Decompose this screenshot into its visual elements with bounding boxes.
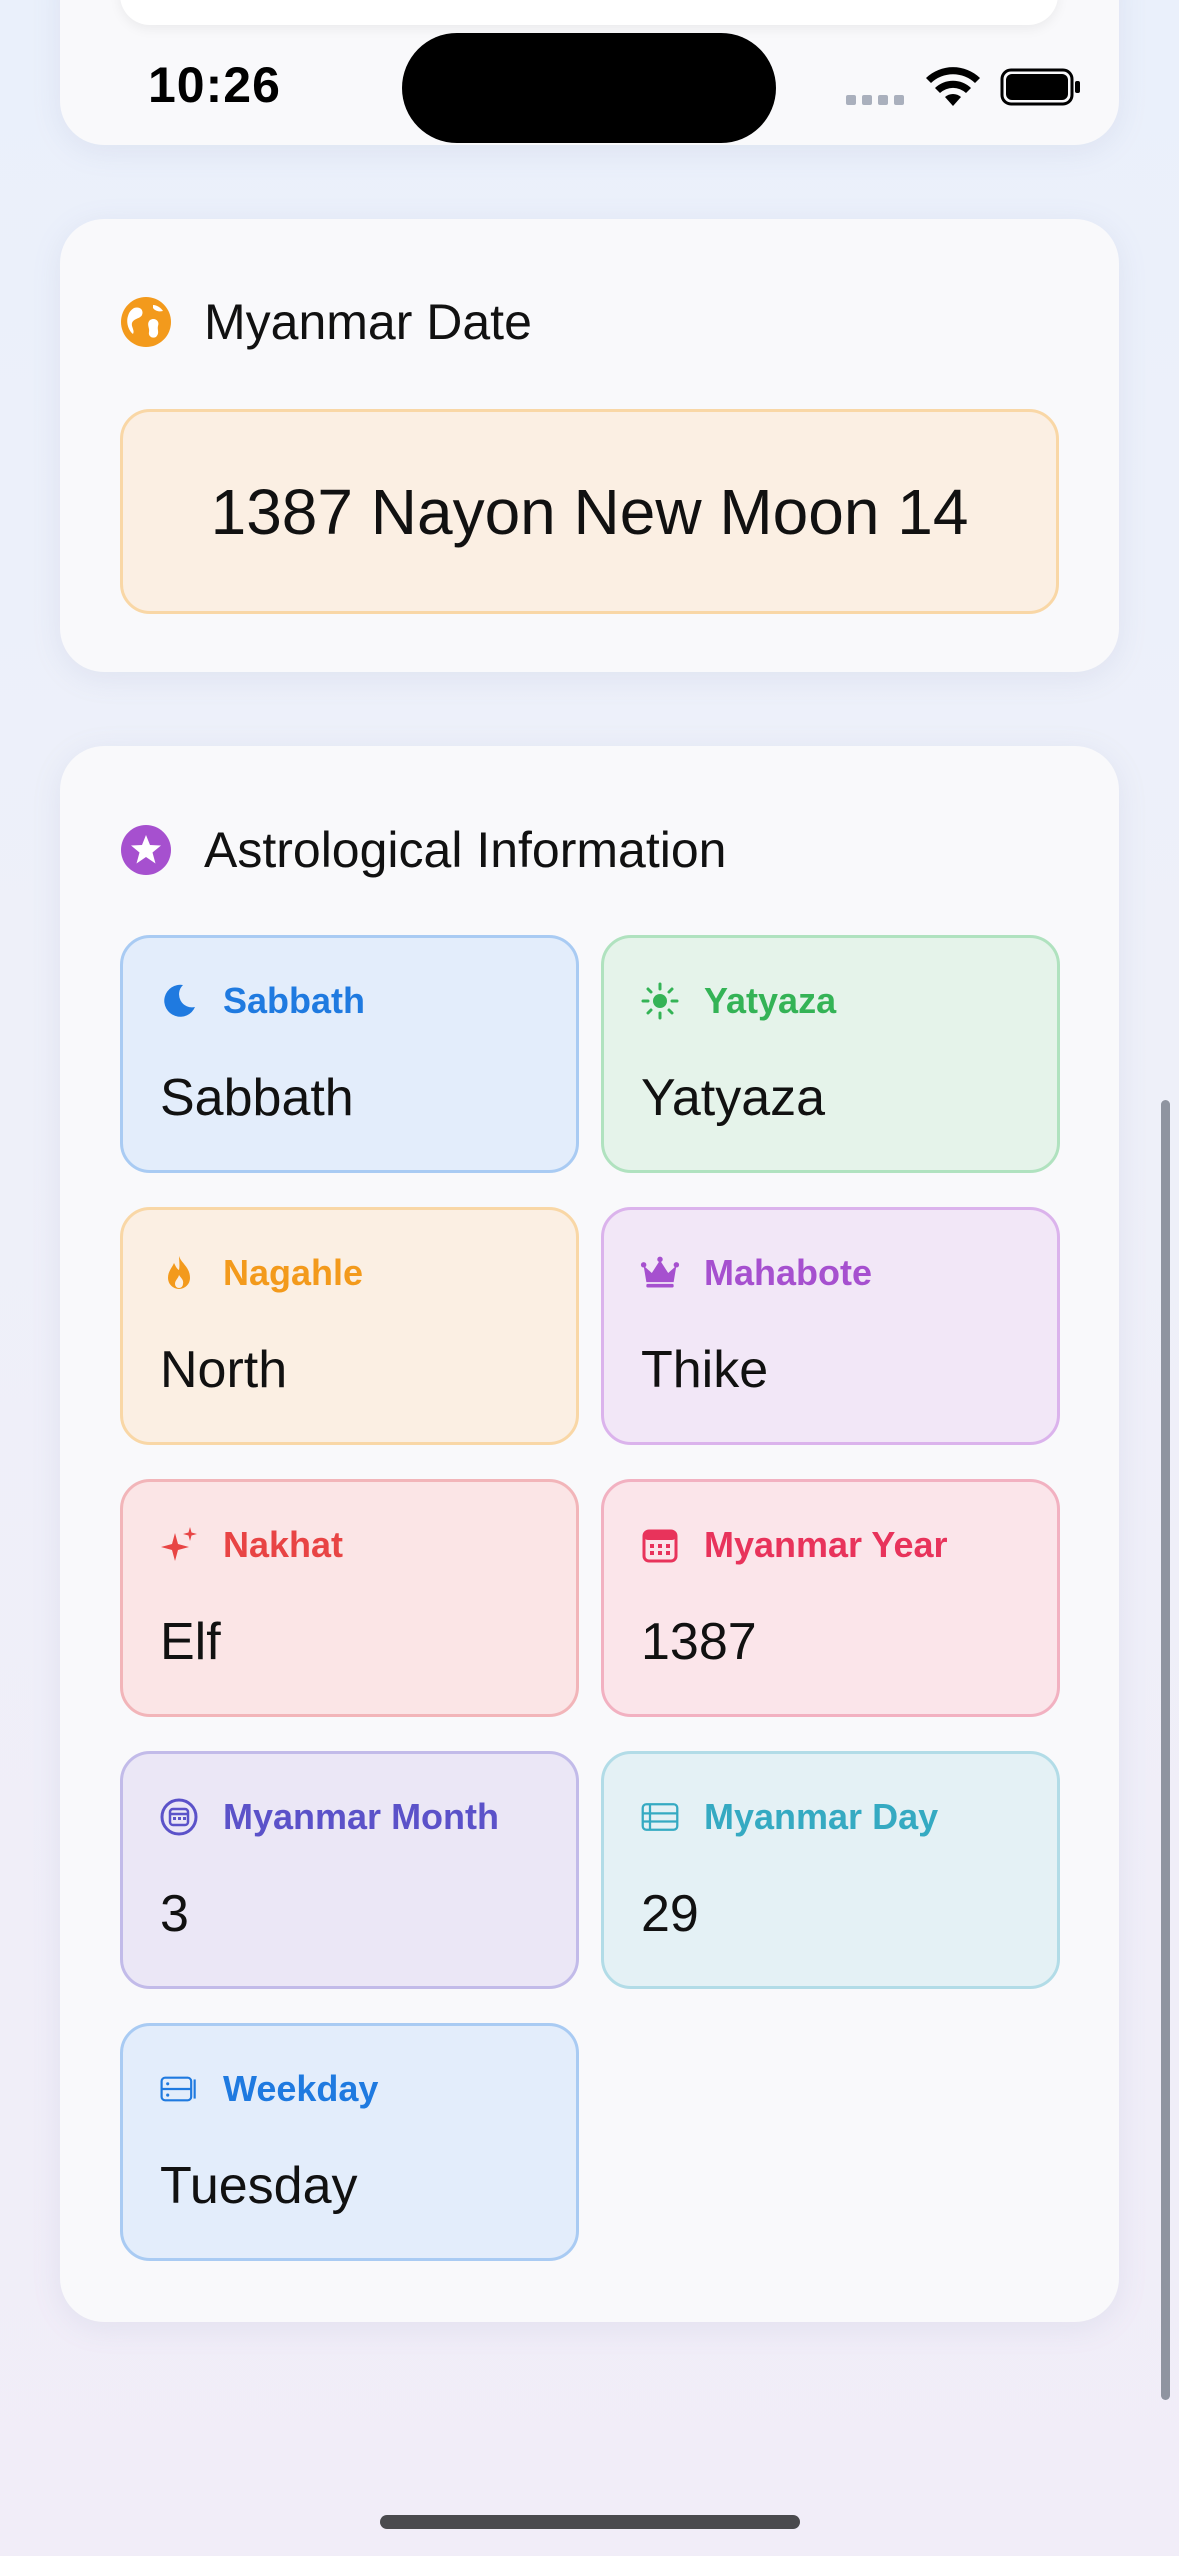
tile-value: 3 (160, 1885, 189, 1943)
home-indicator[interactable] (380, 2515, 800, 2529)
myanmar-date-title: Myanmar Date (204, 294, 532, 350)
tile-mahabote: Mahabote Thike (601, 1207, 1060, 1445)
astrological-info-header: Astrological Information (120, 821, 726, 879)
myanmar-date-header: Myanmar Date (120, 293, 532, 351)
tile-nakhat: Nakhat Elf (120, 1479, 579, 1717)
sun-icon (640, 981, 680, 1021)
tile-value: Thike (641, 1341, 769, 1399)
sparkles-icon (159, 1525, 199, 1565)
tile-label: Yatyaza (704, 980, 837, 1021)
tile-value: Tuesday (160, 2157, 358, 2215)
tile-yatyaza: Yatyaza Yatyaza (601, 935, 1060, 1173)
tile-value: Elf (160, 1613, 221, 1671)
calendar-icon (640, 1525, 680, 1565)
dynamic-island (402, 33, 776, 143)
myanmar-date-card: Myanmar Date 1387 Nayon New Moon 14 (60, 219, 1119, 672)
tile-myanmar-month: Myanmar Month 3 (120, 1751, 579, 1989)
tile-sabbath: Sabbath Sabbath (120, 935, 579, 1173)
tile-value: Yatyaza (641, 1069, 826, 1127)
tile-label: Myanmar Month (223, 1796, 500, 1837)
tile-weekday: Weekday Tuesday (120, 2023, 579, 2261)
tile-label: Nagahle (223, 1252, 364, 1293)
previous-card-content (120, 0, 1058, 25)
tile-label: Myanmar Year (704, 1524, 948, 1565)
tile-value: 1387 (641, 1613, 757, 1671)
tile-label: Nakhat (223, 1524, 344, 1565)
tile-myanmar-year: Myanmar Year 1387 (601, 1479, 1060, 1717)
cellular-signal-icon (846, 95, 904, 105)
flame-icon (159, 1253, 199, 1293)
list-rows-icon (640, 1797, 680, 1837)
globe-icon (121, 297, 171, 347)
astrological-info-title: Astrological Information (204, 822, 727, 878)
wifi-icon (926, 67, 980, 106)
tile-nagahle: Nagahle North (120, 1207, 579, 1445)
tile-label: Myanmar Day (704, 1796, 939, 1837)
moon-icon (159, 981, 199, 1021)
tile-myanmar-day: Myanmar Day 29 (601, 1751, 1060, 1989)
tile-value: Sabbath (160, 1069, 354, 1127)
astrological-info-card: Astrological Information Sabbath Sabbath (60, 746, 1119, 2322)
battery-icon (1000, 68, 1080, 106)
tile-value: North (160, 1341, 288, 1399)
star-circle-icon (121, 825, 171, 875)
tile-label: Weekday (223, 2068, 379, 2109)
tile-label: Mahabote (704, 1252, 873, 1293)
tile-value: 29 (641, 1885, 699, 1943)
scrollbar[interactable] (1161, 1100, 1170, 2400)
status-time: 10:26 (148, 57, 281, 113)
weekday-icon (159, 2069, 199, 2109)
calendar-circle-icon (159, 1797, 199, 1837)
myanmar-date-value: 1387 Nayon New Moon 14 (120, 409, 1059, 614)
tile-label: Sabbath (223, 980, 366, 1021)
crown-icon (640, 1253, 680, 1293)
